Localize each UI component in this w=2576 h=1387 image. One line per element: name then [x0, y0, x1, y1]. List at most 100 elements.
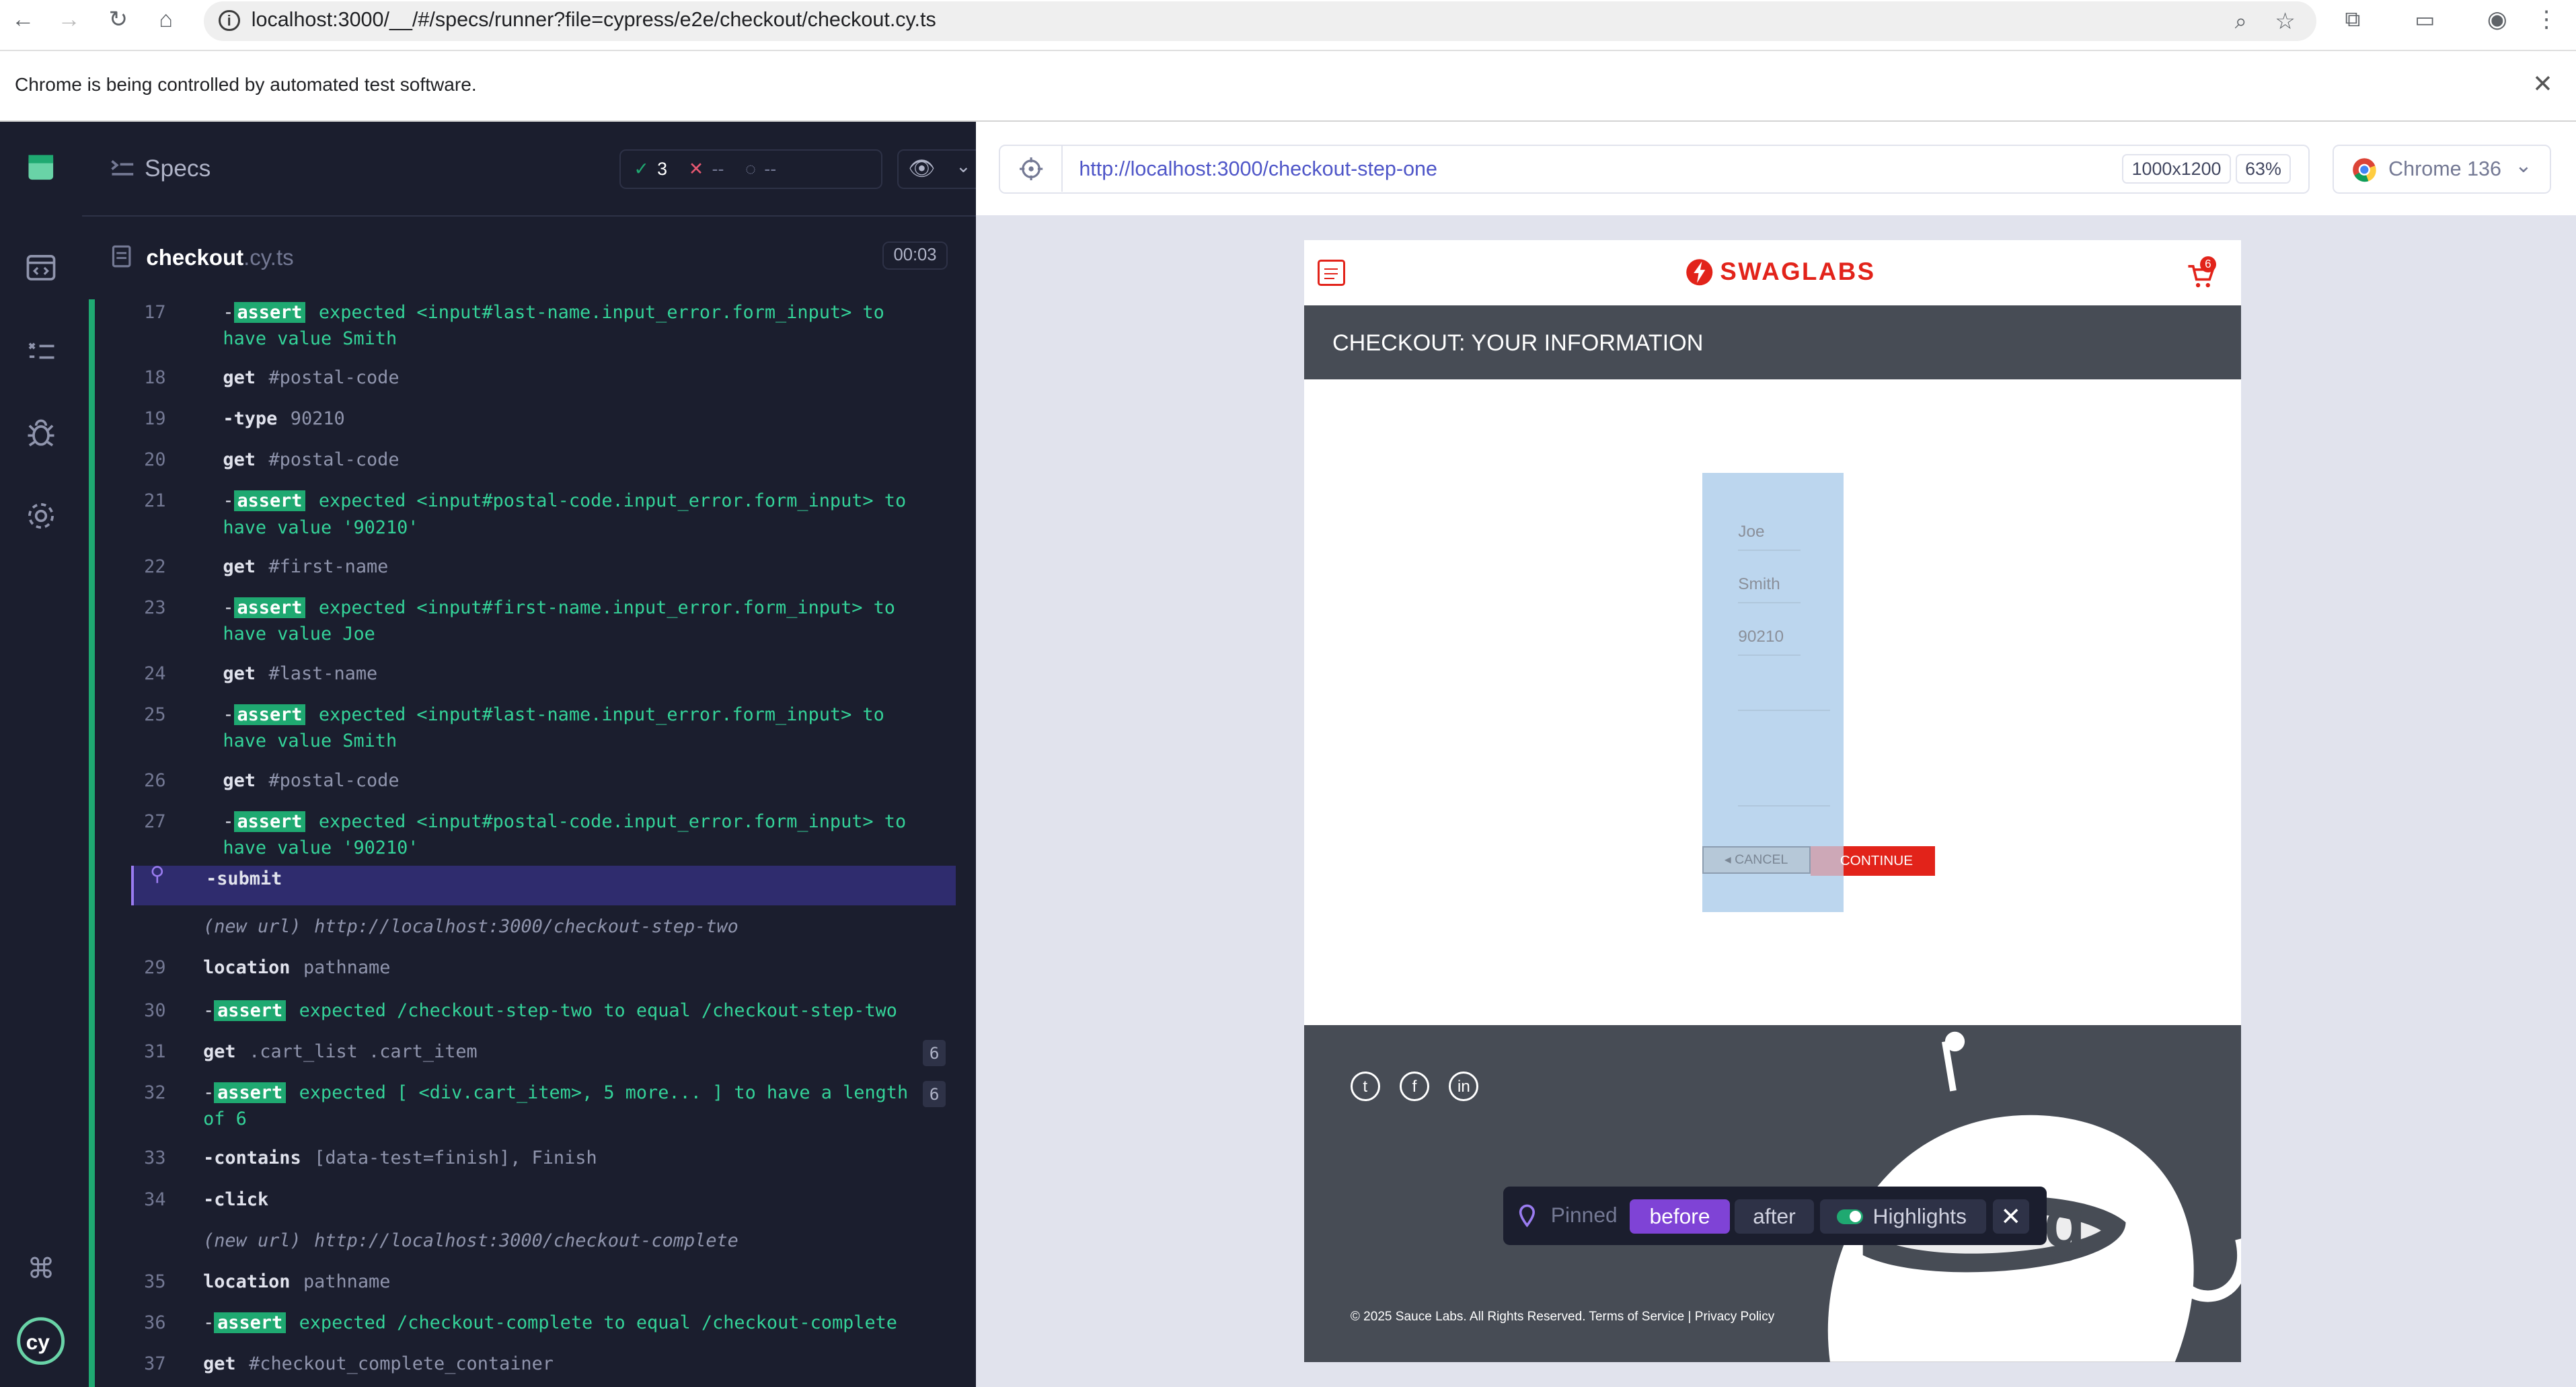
facebook-icon[interactable]: f — [1400, 1071, 1430, 1101]
project-icon[interactable] — [22, 148, 61, 188]
passed-check-icon: ✓ — [634, 159, 649, 180]
command-message-continued: have value '90210' — [223, 837, 419, 858]
command-body: get #first-name — [223, 554, 388, 580]
cancel-button[interactable]: ◂ CANCEL — [1702, 846, 1811, 874]
command-number: 29 — [144, 957, 166, 979]
tab-search-icon[interactable]: ▭ — [2405, 0, 2445, 40]
zoom-icon[interactable]: ⌕ — [2221, 1, 2261, 41]
command-name: get — [203, 1041, 236, 1062]
address-text[interactable]: localhost:3000/__/#/specs/runner?file=cy… — [252, 8, 936, 32]
command-body: - assert expected /checkout-step-two to eq… — [203, 998, 897, 1024]
form-divider — [1738, 804, 1831, 807]
automation-notice: Chrome is being controlled by automated … — [14, 73, 477, 95]
reporter-header: Specs ✓ 3 ✕ -- ◌ -- 👁 ⌄ ↻ — [82, 122, 1035, 217]
command-message: #checkout_complete_container — [249, 1353, 554, 1374]
close-icon[interactable]: ✕ — [1992, 1199, 2029, 1234]
automation-infobar: Chrome is being controlled by automated … — [0, 50, 2576, 122]
home-icon[interactable]: ⌂ — [146, 0, 186, 40]
command-message: .cart_list .cart_item — [249, 1041, 478, 1062]
command-name: get — [223, 449, 256, 471]
cypress-logo-icon[interactable]: cy — [15, 1314, 67, 1367]
profile-icon[interactable]: ◉ — [2477, 0, 2517, 40]
command-message: pathname — [303, 1271, 391, 1292]
specs-title[interactable]: Specs — [145, 155, 211, 182]
before-toggle[interactable]: before — [1630, 1199, 1731, 1234]
address-bar[interactable]: i localhost:3000/__/#/specs/runner?file=… — [203, 1, 2317, 42]
command-body: - assert expected <input#postal-code.input… — [223, 809, 906, 861]
auto-scroll-button[interactable]: 👁 ⌄ — [897, 149, 989, 189]
command-message: #first-name — [268, 556, 389, 578]
highlights-toggle[interactable]: Highlights — [1820, 1199, 1987, 1234]
command-number: 33 — [144, 1148, 166, 1169]
sauce-bolt-icon — [1686, 258, 1713, 285]
command-number: 25 — [144, 704, 166, 725]
crosshair-icon — [1020, 157, 1043, 181]
continue-button[interactable]: CONTINUE — [1810, 846, 1936, 876]
command-body: (new url) http://localhost:3000/checkout-… — [203, 913, 738, 940]
bookmark-star-icon[interactable]: ☆ — [2265, 1, 2305, 41]
command-number: 36 — [144, 1312, 166, 1333]
cart-icon[interactable]: 6 — [2187, 256, 2217, 296]
command-message: expected [ <div.cart_item>, 5 more... ] … — [299, 1082, 909, 1103]
chrome-icon — [2353, 158, 2377, 182]
command-body: -click — [203, 1187, 268, 1213]
command-body: get #last-name — [223, 661, 377, 687]
command-number: 17 — [144, 301, 166, 323]
forward-icon[interactable]: → — [49, 0, 89, 40]
command-name: (new url) — [203, 916, 301, 938]
settings-gear-icon[interactable] — [22, 496, 61, 536]
postal-code-field[interactable]: 90210 — [1738, 628, 1801, 657]
passed-count: 3 — [657, 159, 668, 180]
linkedin-icon[interactable]: in — [1449, 1071, 1479, 1101]
pending-icon: ◌ — [745, 159, 757, 180]
command-name: -type — [223, 408, 278, 430]
specs-nav-icon[interactable] — [22, 248, 61, 288]
last-name-field[interactable]: Smith — [1738, 575, 1801, 604]
command-message: 90210 — [290, 408, 345, 430]
duration-badge: 00:03 — [882, 241, 948, 270]
command-message-continued: have value '90210' — [223, 517, 419, 538]
command-number: 18 — [144, 367, 166, 389]
command-number: 23 — [144, 597, 166, 619]
after-toggle[interactable]: after — [1735, 1199, 1814, 1234]
highlights-switch[interactable] — [1836, 1209, 1863, 1224]
command-name: - assert — [203, 1312, 287, 1333]
runs-nav-icon[interactable] — [22, 332, 61, 371]
chevron-down-icon: ⌄ — [956, 155, 971, 176]
aut-url[interactable]: http://localhost:3000/checkout-step-one — [1079, 157, 1437, 181]
command-name: - assert — [203, 1000, 287, 1021]
menu-icon[interactable] — [1317, 259, 1346, 286]
command-name: - assert — [223, 704, 306, 725]
browser-selector[interactable]: Chrome 136 ⌄ — [2333, 144, 2552, 194]
command-name: get — [203, 1353, 236, 1374]
assert-badge: assert — [233, 811, 306, 832]
selector-playground-button[interactable] — [1000, 145, 1063, 192]
first-name-field[interactable]: Joe — [1738, 523, 1801, 551]
site-info-icon[interactable]: i — [218, 9, 240, 32]
command-body: - assert expected <input#postal-code.input… — [223, 488, 906, 540]
command-body: - assert expected <input#first-name.input_… — [223, 595, 895, 647]
specs-list-icon[interactable] — [110, 159, 135, 179]
command-message-continued: of 6 — [203, 1108, 247, 1129]
close-infobar-icon[interactable]: ✕ — [2532, 69, 2553, 98]
command-message: #postal-code — [268, 449, 400, 471]
menu-kebab-icon[interactable]: ⋮ — [2527, 0, 2567, 40]
command-message-continued: have value Joe — [223, 624, 375, 645]
extensions-icon[interactable]: ⧉ — [2333, 0, 2372, 40]
command-name: - assert — [223, 811, 306, 832]
command-body: get .cart_list .cart_item — [203, 1039, 478, 1065]
twitter-icon[interactable]: t — [1350, 1071, 1380, 1101]
command-body: location pathname — [203, 1269, 390, 1295]
command-row[interactable]: ⚲ -submit — [130, 862, 956, 905]
aut-url-box[interactable]: http://localhost:3000/checkout-step-one … — [999, 144, 2310, 194]
command-body: -contains [data-test=finish], Finish — [203, 1145, 597, 1171]
viewport-size: 1000x1200 — [2122, 154, 2231, 184]
command-log: 17 - assert expected <input#last-name.input… — [88, 299, 956, 1387]
command-name: -click — [203, 1189, 269, 1210]
debug-bug-icon[interactable] — [22, 414, 61, 454]
command-message: expected <input#postal-code.input_error.… — [318, 811, 907, 832]
reload-icon[interactable]: ↻ — [99, 0, 139, 40]
back-icon[interactable]: ← — [3, 0, 43, 40]
keyboard-shortcuts-icon[interactable]: ⌘ — [22, 1248, 61, 1288]
command-name: -submit — [206, 868, 282, 890]
